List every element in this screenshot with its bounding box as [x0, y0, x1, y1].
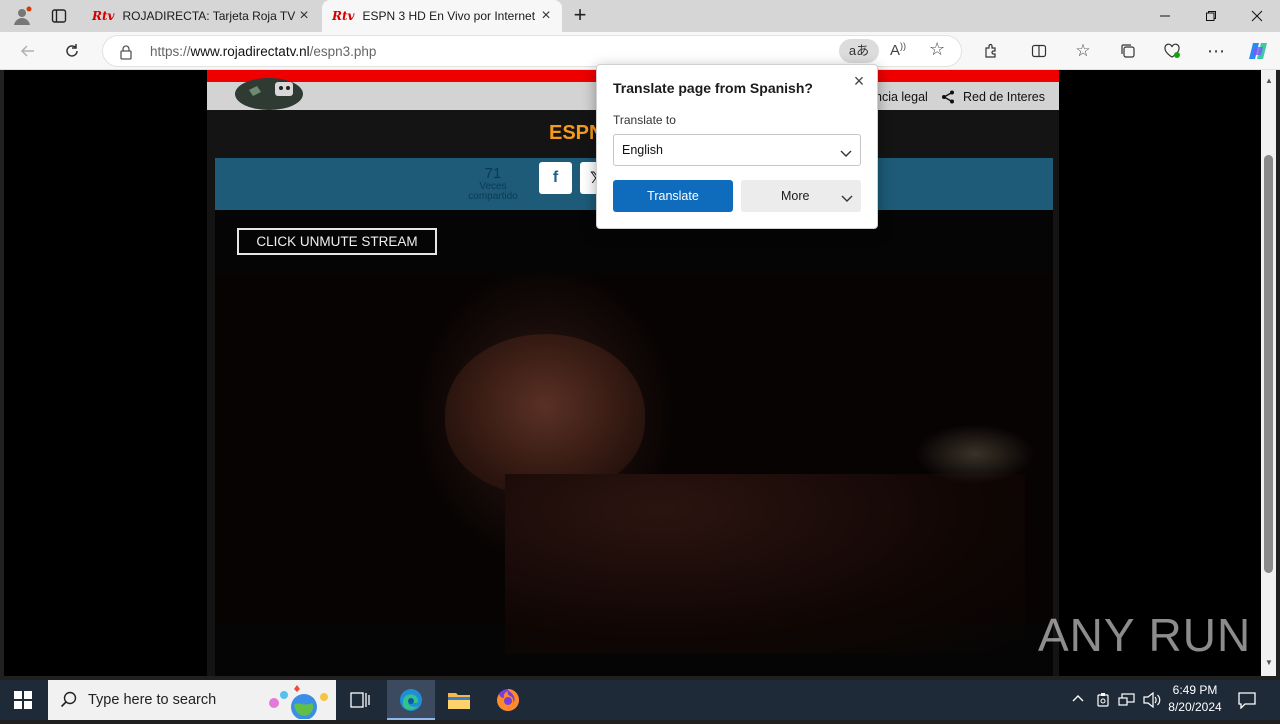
extensions-icon[interactable]	[981, 41, 1001, 61]
rtv-favicon-icon: Rtv	[332, 9, 355, 23]
unmute-stream-button[interactable]: CLICK UNMUTE STREAM	[237, 228, 437, 255]
anyrun-watermark: ANY RUN	[1038, 609, 1252, 661]
edge-taskbar-button[interactable]	[387, 680, 435, 720]
network-icon[interactable]	[1118, 692, 1136, 713]
favorites-icon[interactable]: ☆	[1073, 41, 1093, 61]
address-bar[interactable]: https://www.rojadirectatv.nl/espn3.php a…	[102, 35, 962, 67]
profile-icon[interactable]	[12, 6, 32, 26]
search-placeholder: Type here to search	[88, 692, 217, 708]
back-icon[interactable]	[18, 41, 38, 61]
share-icon[interactable]	[941, 90, 955, 109]
task-view-icon[interactable]	[350, 691, 370, 714]
copilot-icon[interactable]	[1246, 41, 1270, 61]
url-path: /espn3.php	[309, 44, 377, 59]
close-tab-icon[interactable]: ×	[538, 8, 554, 24]
browser-essentials-icon[interactable]	[1162, 41, 1182, 61]
facebook-icon: f	[552, 169, 559, 186]
minimize-button[interactable]	[1142, 0, 1188, 32]
clock-date: 8/20/2024	[1168, 700, 1222, 714]
nav-link-legal[interactable]: ncia legal	[875, 90, 928, 104]
nav-link-red-de-interes[interactable]: Red de Interes	[963, 90, 1045, 104]
tab-actions-icon[interactable]	[51, 8, 67, 24]
more-button-label: More	[781, 189, 810, 203]
edge-icon	[399, 688, 423, 717]
collections-icon[interactable]	[1118, 41, 1138, 61]
scroll-down-arrow-icon[interactable]: ▼	[1265, 658, 1273, 667]
taskbar-search-box[interactable]: Type here to search	[48, 680, 336, 720]
scroll-thumb[interactable]	[1264, 155, 1273, 573]
more-menu-icon[interactable]: ⋯	[1206, 41, 1226, 61]
url-domain: www.rojadirectatv.nl	[190, 44, 310, 59]
favorite-star-icon[interactable]: ☆	[929, 39, 945, 60]
video-player[interactable]: CLICK UNMUTE STREAM	[215, 210, 1053, 676]
search-highlight-icon	[264, 683, 334, 724]
more-options-button[interactable]: More	[741, 180, 861, 212]
tab-rojadirecta[interactable]: Rtv ROJADIRECTA: Tarjeta Roja TV - P ×	[84, 0, 320, 32]
share-count-label: compartido	[468, 191, 518, 202]
windows-start-icon[interactable]	[14, 691, 32, 714]
close-icon[interactable]: ×	[851, 72, 867, 90]
url-text[interactable]: https://www.rojadirectatv.nl/espn3.php	[150, 44, 376, 59]
translate-button[interactable]: Translate	[613, 180, 733, 212]
clock[interactable]: 6:49 PM 8/20/2024	[1160, 683, 1230, 714]
rtv-favicon-icon: Rtv	[92, 9, 115, 23]
new-tab-button[interactable]: +	[570, 4, 590, 28]
tab-espn3[interactable]: Rtv ESPN 3 HD En Vivo por Internet ×	[322, 0, 562, 32]
file-explorer-icon[interactable]	[447, 689, 471, 716]
restore-button[interactable]	[1188, 0, 1234, 32]
close-tab-icon[interactable]: ×	[296, 8, 312, 24]
tab-strip: Rtv ROJADIRECTA: Tarjeta Roja TV - P × R…	[0, 0, 1280, 32]
chevron-down-icon	[840, 145, 852, 163]
selected-language: English	[622, 143, 663, 157]
translate-to-label: Translate to	[613, 113, 676, 127]
firefox-icon[interactable]	[496, 688, 520, 717]
page-scrollbar[interactable]: ▲ ▼	[1261, 70, 1276, 676]
chevron-down-icon	[841, 192, 853, 206]
device-icon[interactable]	[1095, 692, 1111, 713]
split-screen-icon[interactable]	[1029, 41, 1049, 61]
tab-title: ESPN 3 HD En Vivo por Internet	[362, 9, 536, 23]
translate-page-icon[interactable]: aあ	[839, 39, 879, 63]
facebook-share-button[interactable]: f	[539, 162, 572, 194]
volume-icon[interactable]	[1143, 691, 1161, 713]
windows-taskbar: Type here to search 6:49 PM 8/20/2024	[0, 680, 1280, 720]
tab-title: ROJADIRECTA: Tarjeta Roja TV - P	[122, 9, 299, 23]
language-select[interactable]: English	[613, 134, 861, 166]
url-scheme: https://	[150, 44, 191, 59]
mascot-logo[interactable]	[229, 70, 309, 110]
close-window-button[interactable]	[1234, 0, 1280, 32]
video-frame[interactable]	[215, 274, 1053, 654]
refresh-icon[interactable]	[62, 41, 82, 61]
translate-popup: Translate page from Spanish? × Translate…	[596, 64, 878, 229]
search-icon	[60, 691, 78, 714]
lock-icon[interactable]	[119, 44, 133, 65]
share-count: 71	[484, 165, 502, 182]
clock-time: 6:49 PM	[1172, 683, 1218, 697]
scroll-up-arrow-icon[interactable]: ▲	[1265, 76, 1273, 85]
share-count-block: 71 Veces compartido	[463, 166, 523, 202]
translate-popup-title: Translate page from Spanish?	[613, 80, 813, 96]
read-aloud-icon[interactable]: A))	[890, 41, 906, 59]
show-hidden-icons-icon[interactable]	[1071, 692, 1085, 711]
notifications-icon[interactable]	[1238, 691, 1256, 714]
